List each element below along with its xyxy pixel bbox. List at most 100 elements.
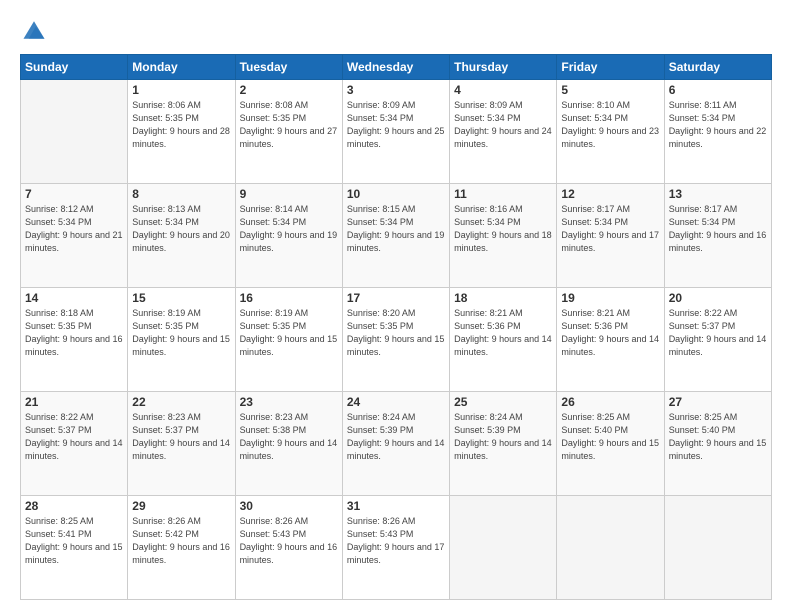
day-info: Sunrise: 8:09 AMSunset: 5:34 PMDaylight:… — [454, 99, 552, 151]
day-info: Sunrise: 8:14 AMSunset: 5:34 PMDaylight:… — [240, 203, 338, 255]
day-number: 24 — [347, 395, 445, 409]
day-number: 3 — [347, 83, 445, 97]
calendar-cell: 1Sunrise: 8:06 AMSunset: 5:35 PMDaylight… — [128, 80, 235, 184]
day-number: 15 — [132, 291, 230, 305]
day-info: Sunrise: 8:18 AMSunset: 5:35 PMDaylight:… — [25, 307, 123, 359]
calendar-cell: 16 Sunrise: 8:19 AMSunset: 5:35 PMDayligh… — [235, 288, 342, 392]
day-info: Sunrise: 8:12 AMSunset: 5:34 PMDaylight:… — [25, 203, 123, 255]
day-number: 28 — [25, 499, 123, 513]
weekday-header-monday: Monday — [128, 55, 235, 80]
weekday-header-saturday: Saturday — [664, 55, 771, 80]
day-number: 7 — [25, 187, 123, 201]
calendar-cell: 23Sunrise: 8:23 AMSunset: 5:38 PMDayligh… — [235, 392, 342, 496]
day-info: Sunrise: 8:10 AMSunset: 5:34 PMDaylight:… — [561, 99, 659, 151]
calendar-cell — [557, 496, 664, 600]
calendar-cell — [450, 496, 557, 600]
day-info: Sunrise: 8:25 AMSunset: 5:41 PMDaylight:… — [25, 515, 123, 567]
calendar-cell: 14 Sunrise: 8:18 AMSunset: 5:35 PMDayligh… — [21, 288, 128, 392]
day-number: 30 — [240, 499, 338, 513]
day-number: 2 — [240, 83, 338, 97]
day-number: 20 — [669, 291, 767, 305]
day-number: 11 — [454, 187, 552, 201]
day-number: 10 — [347, 187, 445, 201]
weekday-header-row: SundayMondayTuesdayWednesdayThursdayFrid… — [21, 55, 772, 80]
day-number: 21 — [25, 395, 123, 409]
calendar-cell: 6 Sunrise: 8:11 AMSunset: 5:34 PMDaylight… — [664, 80, 771, 184]
calendar-cell: 25 Sunrise: 8:24 AMSunset: 5:39 PMDayligh… — [450, 392, 557, 496]
calendar-cell: 12Sunrise: 8:17 AMSunset: 5:34 PMDayligh… — [557, 184, 664, 288]
calendar-cell: 9 Sunrise: 8:14 AMSunset: 5:34 PMDaylight… — [235, 184, 342, 288]
day-number: 5 — [561, 83, 659, 97]
calendar-cell — [21, 80, 128, 184]
day-number: 4 — [454, 83, 552, 97]
calendar-cell: 26Sunrise: 8:25 AMSunset: 5:40 PMDayligh… — [557, 392, 664, 496]
calendar-week-2: 7 Sunrise: 8:12 AMSunset: 5:34 PMDaylight… — [21, 184, 772, 288]
calendar-cell: 10 Sunrise: 8:15 AMSunset: 5:34 PMDayligh… — [342, 184, 449, 288]
calendar-cell: 4 Sunrise: 8:09 AMSunset: 5:34 PMDaylight… — [450, 80, 557, 184]
day-number: 6 — [669, 83, 767, 97]
day-info: Sunrise: 8:19 AMSunset: 5:35 PMDaylight:… — [240, 307, 338, 359]
calendar-cell: 5 Sunrise: 8:10 AMSunset: 5:34 PMDaylight… — [557, 80, 664, 184]
day-number: 27 — [669, 395, 767, 409]
weekday-header-friday: Friday — [557, 55, 664, 80]
day-info: Sunrise: 8:11 AMSunset: 5:34 PMDaylight:… — [669, 99, 767, 151]
calendar-cell: 11 Sunrise: 8:16 AMSunset: 5:34 PMDayligh… — [450, 184, 557, 288]
day-info: Sunrise: 8:19 AMSunset: 5:35 PMDaylight:… — [132, 307, 230, 359]
calendar-cell: 8Sunrise: 8:13 AMSunset: 5:34 PMDaylight… — [128, 184, 235, 288]
day-info: Sunrise: 8:17 AMSunset: 5:34 PMDaylight:… — [561, 203, 659, 255]
day-info: Sunrise: 8:21 AMSunset: 5:36 PMDaylight:… — [454, 307, 552, 359]
calendar-cell: 13Sunrise: 8:17 AMSunset: 5:34 PMDayligh… — [664, 184, 771, 288]
calendar-cell: 30 Sunrise: 8:26 AMSunset: 5:43 PMDayligh… — [235, 496, 342, 600]
calendar-cell: 22 Sunrise: 8:23 AMSunset: 5:37 PMDayligh… — [128, 392, 235, 496]
weekday-header-sunday: Sunday — [21, 55, 128, 80]
calendar-cell: 31Sunrise: 8:26 AMSunset: 5:43 PMDayligh… — [342, 496, 449, 600]
day-info: Sunrise: 8:06 AMSunset: 5:35 PMDaylight:… — [132, 99, 230, 151]
weekday-header-thursday: Thursday — [450, 55, 557, 80]
calendar-week-5: 28 Sunrise: 8:25 AMSunset: 5:41 PMDayligh… — [21, 496, 772, 600]
day-info: Sunrise: 8:24 AMSunset: 5:39 PMDaylight:… — [347, 411, 445, 463]
day-info: Sunrise: 8:16 AMSunset: 5:34 PMDaylight:… — [454, 203, 552, 255]
day-info: Sunrise: 8:24 AMSunset: 5:39 PMDaylight:… — [454, 411, 552, 463]
calendar-cell — [664, 496, 771, 600]
day-number: 17 — [347, 291, 445, 305]
day-number: 25 — [454, 395, 552, 409]
calendar-table: SundayMondayTuesdayWednesdayThursdayFrid… — [20, 54, 772, 600]
day-info: Sunrise: 8:15 AMSunset: 5:34 PMDaylight:… — [347, 203, 445, 255]
logo — [20, 16, 52, 44]
page: SundayMondayTuesdayWednesdayThursdayFrid… — [0, 0, 792, 612]
calendar-cell: 17 Sunrise: 8:20 AMSunset: 5:35 PMDayligh… — [342, 288, 449, 392]
day-info: Sunrise: 8:23 AMSunset: 5:37 PMDaylight:… — [132, 411, 230, 463]
day-number: 22 — [132, 395, 230, 409]
day-number: 9 — [240, 187, 338, 201]
day-number: 8 — [132, 187, 230, 201]
day-info: Sunrise: 8:22 AMSunset: 5:37 PMDaylight:… — [25, 411, 123, 463]
day-info: Sunrise: 8:26 AMSunset: 5:43 PMDaylight:… — [240, 515, 338, 567]
calendar-week-3: 14 Sunrise: 8:18 AMSunset: 5:35 PMDayligh… — [21, 288, 772, 392]
calendar-cell: 19Sunrise: 8:21 AMSunset: 5:36 PMDayligh… — [557, 288, 664, 392]
calendar-week-1: 1Sunrise: 8:06 AMSunset: 5:35 PMDaylight… — [21, 80, 772, 184]
calendar-cell: 24 Sunrise: 8:24 AMSunset: 5:39 PMDayligh… — [342, 392, 449, 496]
calendar-week-4: 21 Sunrise: 8:22 AMSunset: 5:37 PMDayligh… — [21, 392, 772, 496]
calendar-cell: 29 Sunrise: 8:26 AMSunset: 5:42 PMDayligh… — [128, 496, 235, 600]
day-info: Sunrise: 8:25 AMSunset: 5:40 PMDaylight:… — [669, 411, 767, 463]
day-number: 19 — [561, 291, 659, 305]
calendar-cell: 27 Sunrise: 8:25 AMSunset: 5:40 PMDayligh… — [664, 392, 771, 496]
calendar-cell: 18 Sunrise: 8:21 AMSunset: 5:36 PMDayligh… — [450, 288, 557, 392]
day-info: Sunrise: 8:23 AMSunset: 5:38 PMDaylight:… — [240, 411, 338, 463]
calendar-cell: 3Sunrise: 8:09 AMSunset: 5:34 PMDaylight… — [342, 80, 449, 184]
day-info: Sunrise: 8:08 AMSunset: 5:35 PMDaylight:… — [240, 99, 338, 151]
day-number: 16 — [240, 291, 338, 305]
logo-icon — [20, 16, 48, 44]
calendar-cell: 21 Sunrise: 8:22 AMSunset: 5:37 PMDayligh… — [21, 392, 128, 496]
day-info: Sunrise: 8:20 AMSunset: 5:35 PMDaylight:… — [347, 307, 445, 359]
day-info: Sunrise: 8:17 AMSunset: 5:34 PMDaylight:… — [669, 203, 767, 255]
day-number: 18 — [454, 291, 552, 305]
weekday-header-tuesday: Tuesday — [235, 55, 342, 80]
day-number: 26 — [561, 395, 659, 409]
day-info: Sunrise: 8:26 AMSunset: 5:42 PMDaylight:… — [132, 515, 230, 567]
calendar-cell: 7 Sunrise: 8:12 AMSunset: 5:34 PMDaylight… — [21, 184, 128, 288]
calendar-cell: 28 Sunrise: 8:25 AMSunset: 5:41 PMDayligh… — [21, 496, 128, 600]
day-number: 14 — [25, 291, 123, 305]
day-number: 29 — [132, 499, 230, 513]
calendar-cell: 20Sunrise: 8:22 AMSunset: 5:37 PMDayligh… — [664, 288, 771, 392]
